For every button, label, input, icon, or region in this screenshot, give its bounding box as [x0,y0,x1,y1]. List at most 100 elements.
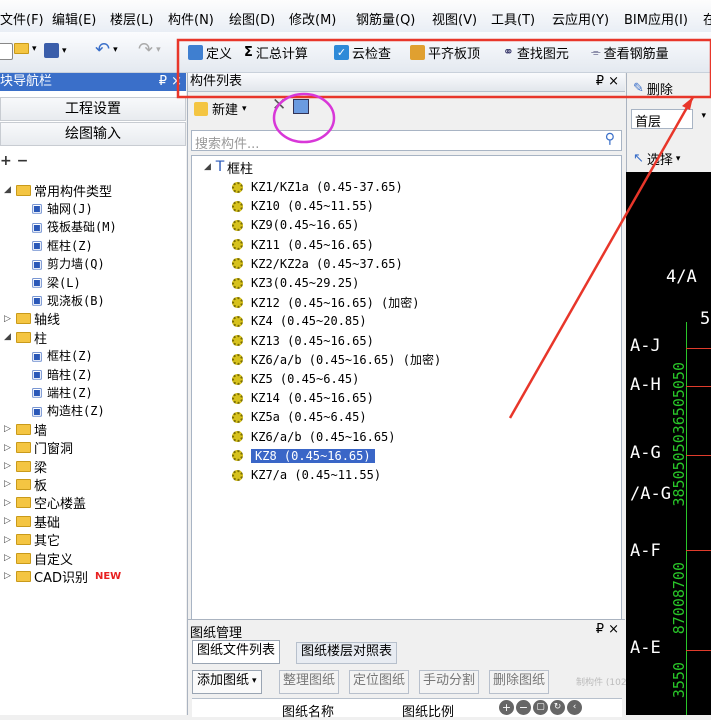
new-file-button[interactable] [0,43,13,60]
expand-triangle-icon[interactable]: ▷ [4,498,13,508]
cad-canvas[interactable]: 4/A 5 A-J A-H A-G /A-G A-F A-E 385050503… [626,172,711,715]
menu-bim[interactable]: BIM应用(I) [624,9,688,28]
component-item[interactable]: KZ11 (0.45~16.65) [232,236,374,254]
delete-icon[interactable]: ✕ [272,95,286,115]
nav-tree-item[interactable]: ◢ 柱 [4,328,47,347]
expand-triangle-icon[interactable]: ▷ [4,571,13,581]
nav-tree-item[interactable]: ▣ 框柱(Z) [30,236,92,254]
nav-tree-item[interactable]: ▷ 基础 [4,512,60,531]
menu-tools[interactable]: 工具(T) [491,9,535,28]
save-button[interactable]: ▾ [44,43,67,58]
open-button[interactable]: ▾ [14,43,37,54]
nav-tree-item[interactable]: ▣ 构造柱(Z) [30,402,104,420]
nav-tree-item[interactable]: ◢ 常用构件类型 [4,181,112,200]
menu-component[interactable]: 构件(N) [168,9,214,28]
prev-icon[interactable]: ‹ [567,700,582,715]
nav-tree-item[interactable]: ▣ 剪力墙(Q) [30,255,104,273]
expand-triangle-icon[interactable]: ▷ [4,553,13,563]
nav-tree-item[interactable]: ▷ 其它 [4,531,60,549]
component-item[interactable]: KZ12 (0.45~16.65) (加密) [232,293,420,311]
menu-cloud[interactable]: 云应用(Y) [552,9,609,28]
component-item[interactable]: KZ5 (0.45~6.45) [232,370,359,388]
expand-triangle-icon[interactable]: ▷ [4,479,13,489]
component-item[interactable]: KZ9(0.45~16.65) [232,216,359,234]
nav-tree-item[interactable]: ▣ 框柱(Z) [30,347,92,365]
delete-tool-button[interactable]: ✎ 删除 [633,79,673,98]
expand-collapse-buttons[interactable]: + − [0,153,28,169]
component-item[interactable]: KZ4 (0.45~20.85) [232,312,367,330]
menu-view[interactable]: 视图(V) [432,9,477,28]
expand-triangle-icon[interactable]: ▷ [4,535,13,545]
flat-top-button[interactable]: 平齐板顶 [410,43,480,62]
menu-draw[interactable]: 绘图(D) [229,9,275,28]
collapse-triangle-icon[interactable]: ◢ [4,332,13,342]
menu-edit[interactable]: 编辑(E) [52,9,96,28]
locate-drawing-button[interactable]: 定位图纸 [349,670,410,694]
nav-tree-item[interactable]: ▷ 板 [4,475,47,494]
nav-tree-item[interactable]: ▣ 筏板基础(M) [30,218,116,236]
component-item[interactable]: KZ8 (0.45~16.65) [232,447,375,465]
component-item[interactable]: KZ7/a (0.45~11.55) [232,466,381,484]
tree-root-kuangzhu[interactable]: ◢ T 框柱 [204,158,253,177]
component-item[interactable]: KZ6/a/b (0.45~16.65) (加密) [232,351,441,369]
refresh-icon[interactable]: ↻ [550,700,565,715]
view-rebar-button[interactable]: ⌯ 查看钢筋量 [591,43,669,62]
project-settings-button[interactable]: 工程设置 [0,97,186,121]
component-item[interactable]: KZ5a (0.45~6.45) [232,408,367,426]
component-item[interactable]: KZ6/a/b (0.45~16.65) [232,428,396,446]
tab-floor-mapping[interactable]: 图纸楼层对照表 [296,642,398,664]
component-item[interactable]: KZ1/KZ1a (0.45-37.65) [232,178,403,196]
zoom-in-icon[interactable]: + [499,700,514,715]
expand-triangle-icon[interactable]: ▷ [4,314,13,324]
organize-drawing-button[interactable]: 整理图纸 [279,670,340,694]
nav-tree-item[interactable]: ▷ 轴线 [4,310,60,328]
nav-tree-item[interactable]: ▣ 暗柱(Z) [30,365,92,383]
nav-tree-item[interactable]: ▣ 端柱(Z) [30,383,92,401]
component-item[interactable]: KZ2/KZ2a (0.45~37.65) [232,255,403,273]
drawing-input-button[interactable]: 绘图输入 [0,122,186,146]
nav-tree-item[interactable]: ▷ CAD识别 NEW [4,567,122,586]
component-item[interactable]: KZ14 (0.45~16.65) [232,389,374,407]
zoom-out-icon[interactable]: − [516,700,531,715]
menu-floor[interactable]: 楼层(L) [110,9,153,28]
search-box[interactable]: 搜索构件... ⚲ [191,130,622,152]
manual-split-button[interactable]: 手动分割 [419,670,480,694]
nav-tree-item[interactable]: ▷ 墙 [4,420,47,439]
nav-pin-close[interactable]: ₽ × [159,73,182,91]
nav-tree-item[interactable]: ▣ 现浇板(B) [30,291,104,309]
find-element-button[interactable]: ⚭ 查找图元 [503,43,569,62]
nav-tree-item[interactable]: ▣ 轴网(J) [30,199,92,217]
component-list-pin-close[interactable]: ₽ × [596,73,619,91]
define-button[interactable]: 定义 [188,43,232,62]
redo-button[interactable]: ↷ ▾ [138,39,161,60]
tab-drawing-files[interactable]: 图纸文件列表 [192,640,281,664]
component-item[interactable]: KZ10 (0.45~11.55) [232,197,374,215]
fit-icon[interactable]: ▢ [533,700,548,715]
nav-tree-item[interactable]: ▷ 梁 [4,457,47,476]
menu-more[interactable]: 在 [703,9,711,28]
menu-file[interactable]: 文件(F) [0,9,44,28]
search-icon[interactable]: ⚲ [605,131,615,147]
expand-triangle-icon[interactable]: ▷ [4,424,13,434]
nav-tree-item[interactable]: ▣ 梁(L) [30,273,80,291]
nav-tree-item[interactable]: ▷ 自定义 [4,549,73,568]
component-item[interactable]: KZ3(0.45~29.25) [232,274,359,292]
collapse-triangle-icon[interactable]: ◢ [4,185,13,195]
expand-triangle-icon[interactable]: ▷ [4,516,13,526]
drawing-mgmt-pin-close[interactable]: ₽ × [596,622,619,637]
expand-triangle-icon[interactable]: ▷ [4,443,13,453]
expand-triangle-icon[interactable]: ▷ [4,461,13,471]
select-tool-button[interactable]: ↖ 选择 ▾ [633,149,680,168]
floor-select[interactable]: 首层 ▾ [631,109,706,130]
add-drawing-button[interactable]: 添加图纸 ▾ [192,670,262,694]
nav-tree-item[interactable]: ▷ 空心楼盖 [4,494,86,512]
copy-icon[interactable] [293,99,309,114]
delete-drawing-button[interactable]: 删除图纸 [489,670,550,694]
summary-calc-button[interactable]: Σ 汇总计算 [244,43,308,62]
menu-rebar[interactable]: 钢筋量(Q) [356,9,415,28]
undo-button[interactable]: ↶ ▾ [95,39,118,60]
new-component-button[interactable]: 新建 ▾ [194,99,247,118]
nav-tree-item[interactable]: ▷ 门窗洞 [4,439,73,457]
component-item[interactable]: KZ13 (0.45~16.65) [232,332,374,350]
cloud-check-button[interactable]: ✓ 云检查 [334,43,391,62]
